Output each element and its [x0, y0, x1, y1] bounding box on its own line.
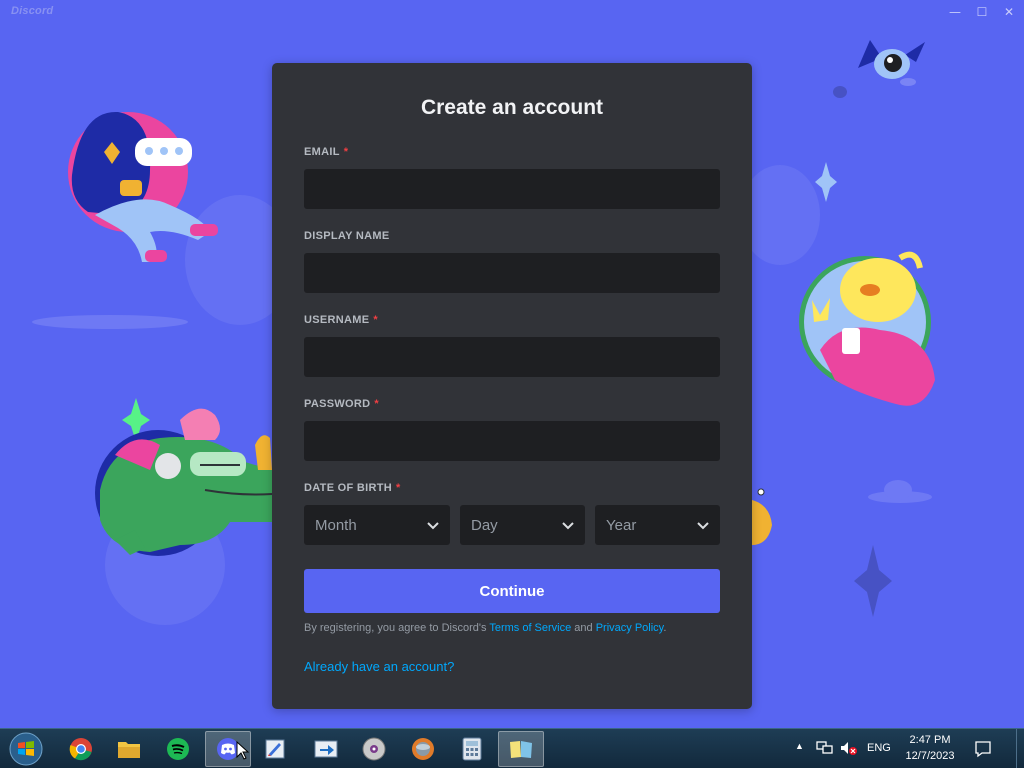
bat-character-illustration — [833, 40, 925, 98]
mouse-cursor-icon — [236, 741, 250, 760]
email-field[interactable] — [304, 169, 720, 209]
legal-text: By registering, you agree to Discord's T… — [304, 622, 667, 634]
username-label: USERNAME * — [304, 314, 378, 326]
taskbar-file-explorer[interactable] — [106, 731, 152, 767]
taskbar: ▲ ENG 2:47 PM 12/7/2023 — [0, 728, 1024, 768]
password-label: PASSWORD * — [304, 398, 379, 410]
day-select[interactable]: Day — [460, 505, 585, 545]
day-select-value: Day — [471, 516, 498, 534]
remote-desktop-icon — [314, 740, 338, 758]
chrome-icon — [69, 738, 92, 761]
password-field[interactable] — [304, 421, 720, 461]
spotify-icon — [167, 738, 189, 760]
taskbar-spotify[interactable] — [155, 731, 201, 767]
taskbar-disc-app[interactable] — [351, 731, 397, 767]
green-creature-illustration — [95, 408, 273, 556]
taskbar-calculator[interactable] — [449, 731, 495, 767]
network-monitor-icon — [816, 741, 833, 754]
action-center-button[interactable] — [966, 729, 1000, 768]
disc-icon — [362, 737, 386, 761]
terms-of-service-link[interactable]: Terms of Service — [489, 622, 571, 634]
month-select-value: Month — [315, 516, 357, 534]
notebook-icon — [510, 741, 532, 758]
paint-icon — [265, 739, 285, 759]
login-link[interactable]: Already have an account? — [304, 659, 454, 674]
folder-icon — [118, 742, 140, 758]
sparkle-icon — [854, 545, 892, 617]
year-select[interactable]: Year — [595, 505, 720, 545]
display-name-label: DISPLAY NAME — [304, 230, 390, 242]
chevron-down-icon — [427, 522, 439, 530]
windows-logo-icon — [9, 732, 43, 766]
browser-icon — [412, 738, 434, 760]
privacy-policy-link[interactable]: Privacy Policy — [596, 622, 664, 634]
calculator-icon — [462, 737, 482, 761]
show-hidden-icons-button[interactable]: ▲ — [795, 741, 804, 751]
required-mark: * — [374, 398, 379, 410]
required-mark: * — [396, 482, 401, 494]
minimize-button[interactable]: — — [940, 0, 970, 24]
close-button[interactable]: ✕ — [994, 0, 1024, 24]
chevron-down-icon — [697, 522, 709, 530]
continue-button[interactable]: Continue — [304, 569, 720, 613]
taskbar-remote-desktop[interactable] — [303, 731, 349, 767]
network-icon[interactable] — [816, 740, 834, 759]
email-label: EMAIL * — [304, 146, 349, 158]
required-mark: * — [373, 314, 378, 326]
sparkle-icon — [815, 162, 837, 202]
speaker-muted-icon — [841, 742, 857, 755]
required-mark: * — [343, 146, 349, 158]
taskbar-notebook[interactable] — [498, 731, 544, 767]
title-bar: Discord — ☐ ✕ — [0, 0, 1024, 24]
dob-label: DATE OF BIRTH * — [304, 482, 401, 494]
clock-date: 12/7/2023 — [905, 750, 955, 762]
start-button[interactable] — [4, 731, 48, 767]
username-field[interactable] — [304, 337, 720, 377]
month-select[interactable]: Month — [304, 505, 450, 545]
maximize-button[interactable]: ☐ — [967, 0, 997, 24]
taskbar-chrome[interactable] — [58, 731, 104, 767]
discord-window: Discord — ☐ ✕ Create an account EMAIL * D… — [0, 0, 1024, 728]
peeking-creature-illustration — [752, 488, 772, 545]
create-account-modal: Create an account EMAIL * DISPLAY NAME US… — [272, 63, 752, 709]
year-select-value: Year — [606, 516, 637, 534]
yellow-character-illustration — [799, 251, 935, 406]
chevron-down-icon — [562, 522, 574, 530]
modal-title: Create an account — [420, 96, 604, 119]
clock-time: 2:47 PM — [909, 734, 951, 746]
taskbar-paint[interactable] — [252, 731, 298, 767]
volume-icon[interactable] — [840, 740, 858, 759]
show-desktop-button[interactable] — [1016, 729, 1024, 768]
language-indicator[interactable]: ENG — [867, 742, 891, 754]
discord-wordmark: Discord — [11, 5, 54, 17]
taskbar-browser[interactable] — [400, 731, 446, 767]
notification-icon — [975, 741, 991, 758]
display-name-field[interactable] — [304, 253, 720, 293]
system-clock[interactable]: 2:47 PM 12/7/2023 — [900, 732, 960, 764]
